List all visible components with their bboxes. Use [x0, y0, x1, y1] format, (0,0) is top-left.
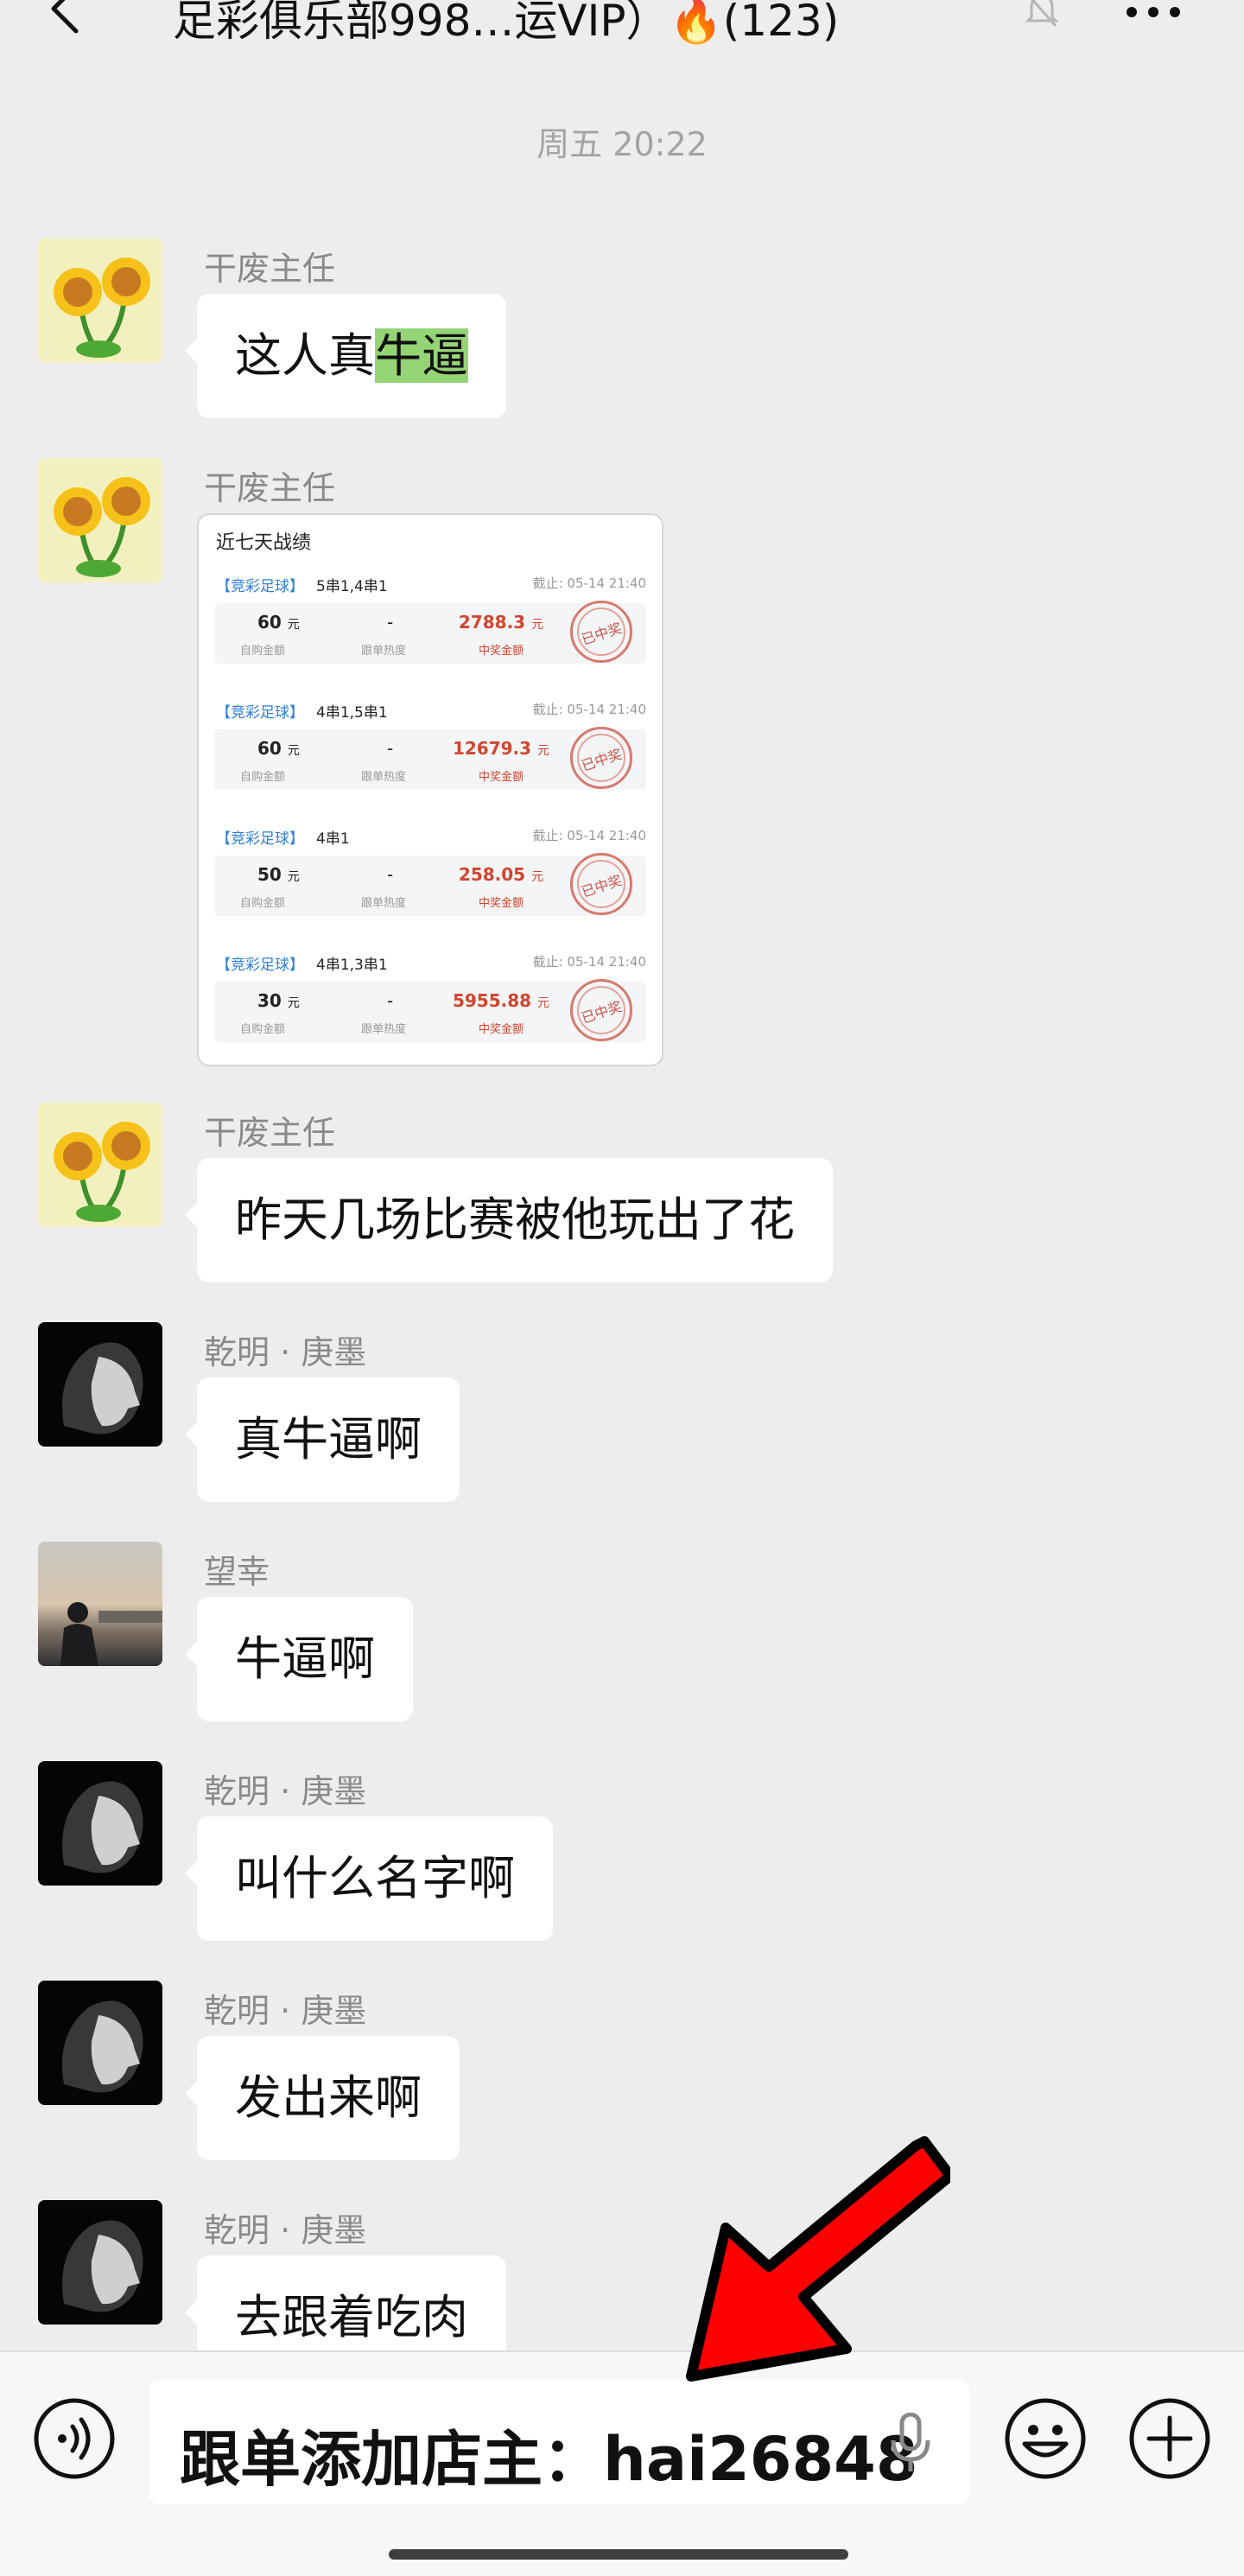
record-prize: 12679.3 元 [452, 738, 550, 759]
record-heat: - [387, 864, 394, 885]
avatar[interactable] [38, 1103, 162, 1227]
record-image-card[interactable]: 近七天战绩 【竞彩足球】 5串1,4串1 截止: 05-14 21:40 60 … [197, 513, 663, 1066]
emoji-icon[interactable] [1004, 2397, 1087, 2480]
record-heat: - [387, 612, 394, 633]
prize-label: 中奖金额 [478, 1023, 524, 1036]
sunflower-avatar-icon [38, 1103, 162, 1227]
record-summary: 60 元 自购金额 - 跟单热度 12679.3 元 中奖金额 已中奖 [214, 727, 646, 790]
record-tag: 【竞彩足球】 [216, 578, 304, 595]
microphone-icon[interactable] [888, 2413, 933, 2473]
amount-label: 自购金额 [240, 897, 286, 910]
sender-name: 乾明 · 庚墨 [204, 1772, 367, 1810]
lion-avatar-icon [38, 2200, 162, 2325]
record-heat: - [387, 990, 394, 1011]
record-summary: 30 元 自购金额 - 跟单热度 5955.88 元 中奖金额 已中奖 [214, 979, 646, 1042]
record-amount: 60 元 [257, 738, 300, 759]
record-deadline: 截止: 05-14 21:40 [532, 954, 646, 970]
record-row: 【竞彩足球】 5串1,4串1 截止: 05-14 21:40 60 元 自购金额… [199, 574, 662, 700]
avatar[interactable] [38, 1981, 162, 2105]
red-arrow-icon [686, 2136, 950, 2382]
message-timestamp: 周五 20:22 [536, 125, 708, 163]
prize-label: 中奖金额 [478, 771, 524, 784]
sender-name: 乾明 · 庚墨 [204, 2211, 367, 2249]
lion-avatar-icon [38, 1981, 162, 2105]
record-prize: 2788.3 元 [458, 612, 544, 633]
record-row: 【竞彩足球】 4串1,3串1 截止: 05-14 21:40 30 元 自购金额… [199, 952, 662, 1065]
sender-name: 干废主任 [204, 1114, 336, 1152]
record-deadline: 截止: 05-14 21:40 [532, 576, 646, 591]
avatar[interactable] [38, 1322, 162, 1447]
record-type: 4串1,5串1 [316, 704, 388, 722]
record-tag: 【竞彩足球】 [216, 704, 304, 722]
card-title: 近七天战绩 [216, 532, 312, 554]
record-deadline: 截止: 05-14 21:40 [532, 702, 646, 717]
back-arrow-icon[interactable] [45, 0, 86, 35]
home-indicator [389, 2549, 848, 2560]
record-deadline: 截止: 05-14 21:40 [532, 828, 646, 843]
amount-label: 自购金额 [240, 645, 286, 658]
record-prize: 258.05 元 [458, 864, 544, 885]
record-summary: 60 元 自购金额 - 跟单热度 2788.3 元 中奖金额 已中奖 [214, 601, 646, 664]
sender-name: 乾明 · 庚墨 [204, 1992, 367, 2030]
lion-avatar-icon [38, 1761, 162, 1886]
amount-label: 自购金额 [240, 771, 286, 784]
message-bubble[interactable]: 真牛逼啊 [185, 1377, 460, 1502]
message-text: 这人真 [235, 328, 375, 383]
sender-name: 干废主任 [204, 469, 336, 507]
avatar[interactable] [38, 1761, 162, 1886]
chat-input-bar: 跟单添加店主：hai26848 [0, 2350, 1244, 2576]
message-input[interactable]: 跟单添加店主：hai26848 [149, 2380, 969, 2504]
record-row: 【竞彩足球】 4串1 截止: 05-14 21:40 50 元 自购金额 - 跟… [199, 826, 662, 952]
avatar[interactable] [38, 239, 162, 363]
message-bubble[interactable]: 牛逼啊 [185, 1597, 413, 1721]
chat-title: 足彩俱乐部998…运VIP）🔥(123) [173, 0, 840, 46]
muted-bell-icon[interactable] [1025, 0, 1059, 29]
record-type: 4串1,3串1 [316, 957, 388, 974]
winning-stamp: 已中奖 [570, 601, 632, 663]
winning-stamp: 已中奖 [570, 727, 632, 789]
message-bubble[interactable]: 叫什么名字啊 [185, 1816, 553, 1941]
record-heat: - [387, 738, 394, 759]
highlighted-text: 牛逼 [375, 328, 468, 383]
record-type: 4串1 [316, 830, 350, 848]
amount-label: 自购金额 [240, 1023, 286, 1036]
record-tag: 【竞彩足球】 [216, 957, 304, 974]
message-input-text: 跟单添加店主：hai26848 [180, 2424, 918, 2495]
heat-label: 跟单热度 [361, 897, 407, 910]
heat-label: 跟单热度 [361, 645, 407, 658]
record-tag: 【竞彩足球】 [216, 830, 304, 848]
prize-label: 中奖金额 [478, 645, 524, 658]
record-row: 【竞彩足球】 4串1,5串1 截止: 05-14 21:40 60 元 自购金额… [199, 700, 662, 826]
heat-label: 跟单热度 [361, 771, 407, 784]
record-amount: 60 元 [257, 612, 300, 633]
sender-name: 乾明 · 庚墨 [204, 1333, 367, 1371]
voice-mode-icon[interactable] [33, 2397, 116, 2480]
sender-name: 干废主任 [204, 250, 336, 288]
record-type: 5串1,4串1 [316, 578, 388, 595]
avatar[interactable] [38, 2200, 162, 2325]
lion-avatar-icon [38, 1322, 162, 1447]
sunflower-avatar-icon [38, 239, 162, 363]
add-attachment-icon[interactable] [1128, 2397, 1211, 2480]
more-options-icon[interactable] [1123, 3, 1184, 21]
winning-stamp: 已中奖 [570, 979, 632, 1041]
heat-label: 跟单热度 [361, 1023, 407, 1036]
avatar[interactable] [38, 1542, 162, 1666]
sunflower-avatar-icon [38, 458, 162, 582]
person-sunset-avatar-icon [38, 1542, 162, 1666]
record-summary: 50 元 自购金额 - 跟单热度 258.05 元 中奖金额 已中奖 [214, 853, 646, 916]
record-prize: 5955.88 元 [452, 990, 550, 1011]
chat-header: 足彩俱乐部998…运VIP）🔥(123) [0, 0, 1244, 83]
record-amount: 50 元 [257, 864, 300, 885]
message-bubble[interactable]: 这人真牛逼 [185, 294, 506, 418]
message-bubble[interactable]: 昨天几场比赛被他玩出了花 [185, 1158, 833, 1282]
winning-stamp: 已中奖 [570, 853, 632, 915]
prize-label: 中奖金额 [478, 897, 524, 910]
avatar[interactable] [38, 458, 162, 582]
record-amount: 30 元 [257, 990, 300, 1011]
sender-name: 望幸 [204, 1553, 270, 1591]
message-bubble[interactable]: 发出来啊 [185, 2036, 460, 2160]
